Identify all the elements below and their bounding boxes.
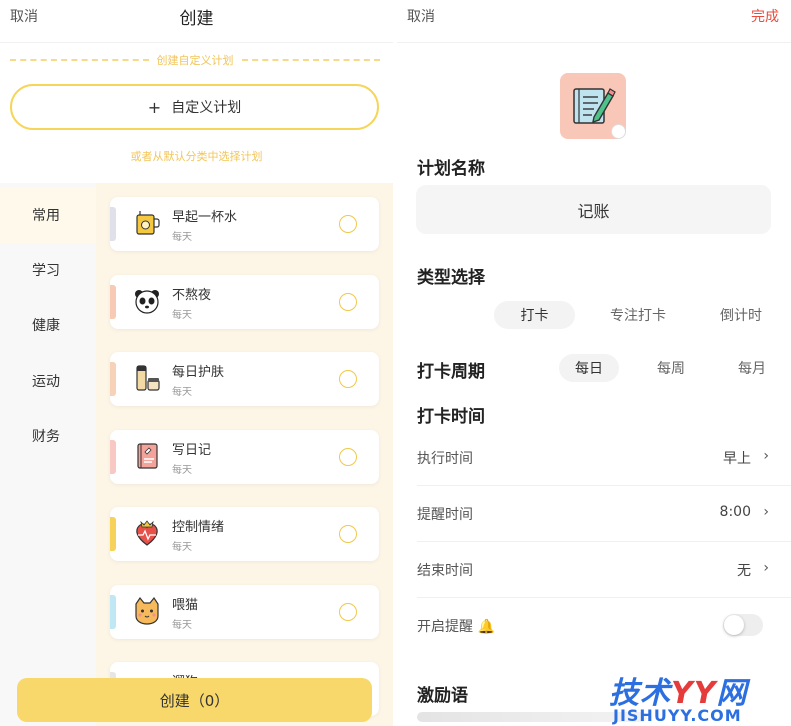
row-label: 结束时间 xyxy=(417,563,473,579)
custom-plan-label: 自定义计划 xyxy=(171,100,242,116)
type-heading: 类型选择 xyxy=(417,268,485,288)
chevron-right-icon: › xyxy=(763,560,769,576)
card-accent-bar xyxy=(110,595,116,629)
plan-card[interactable]: 喂猫 每天 xyxy=(110,585,379,639)
create-button[interactable]: 创建（0） xyxy=(17,678,372,722)
custom-plan-button[interactable]: + 自定义计划 xyxy=(10,84,379,130)
time-heading: 打卡时间 xyxy=(417,407,485,427)
plan-card[interactable]: 控制情绪 每天 xyxy=(110,507,379,561)
plan-card[interactable]: 写日记 每天 xyxy=(110,430,379,484)
choose-category-hint: 或者从默认分类中选择计划 xyxy=(130,150,263,163)
plan-name: 每日护肤 xyxy=(172,365,225,380)
dash-line-left xyxy=(10,59,149,61)
edit-icon-badge[interactable] xyxy=(611,124,626,139)
type-countdown-tab[interactable]: 倒计时 xyxy=(701,301,781,329)
period-heading: 打卡周期 xyxy=(417,362,485,382)
heart-icon xyxy=(136,520,158,546)
period-monthly-tab[interactable]: 每月 xyxy=(722,354,782,382)
select-radio[interactable] xyxy=(339,525,357,543)
category-common[interactable]: 常用 xyxy=(0,187,96,243)
select-radio[interactable] xyxy=(339,603,357,621)
plan-name: 写日记 xyxy=(172,443,212,458)
card-accent-bar xyxy=(110,517,116,551)
plan-card[interactable]: 每日护肤 每天 xyxy=(110,352,379,406)
create-plan-panel: 取消 创建 创建自定义计划 + 自定义计划 或者从默认分类中选择计划 常用 学习… xyxy=(0,0,393,726)
plan-name-heading: 计划名称 xyxy=(417,159,485,179)
plan-frequency: 每天 xyxy=(172,232,192,243)
cup-icon xyxy=(136,211,160,235)
right-cancel-button[interactable]: 取消 xyxy=(407,6,435,26)
custom-section-header: 创建自定义计划 xyxy=(10,52,380,68)
diary-icon xyxy=(137,443,158,469)
row-label: 执行时间 xyxy=(417,451,473,467)
reminder-row: 开启提醒 🔔 xyxy=(417,598,791,654)
reminder-label: 开启提醒 🔔 xyxy=(417,619,495,635)
period-daily-tab[interactable]: 每日 xyxy=(559,354,619,382)
plan-name: 控制情绪 xyxy=(172,520,225,535)
category-sidebar: 常用 学习 健康 运动 财务 xyxy=(0,183,96,726)
plan-frequency: 每天 xyxy=(172,310,192,321)
plan-card[interactable]: 不熬夜 每天 xyxy=(110,275,379,329)
custom-section-label: 创建自定义计划 xyxy=(156,54,234,67)
card-accent-bar xyxy=(110,440,116,474)
category-sport[interactable]: 运动 xyxy=(0,353,96,409)
period-weekly-tab[interactable]: 每周 xyxy=(641,354,701,382)
plan-name-input[interactable]: 记账 xyxy=(416,185,771,234)
row-label: 提醒时间 xyxy=(417,507,473,523)
edit-plan-panel: 取消 完成 计划名称 记账 类型选择 打卡 专注打卡 倒计时 打卡周期 每日 每… xyxy=(397,0,791,726)
remind-time-row[interactable]: 提醒时间 8:00 › xyxy=(417,486,791,542)
motto-heading: 激励语 xyxy=(417,686,468,706)
plan-frequency: 每天 xyxy=(172,542,192,553)
plan-frequency: 每天 xyxy=(172,465,192,476)
select-radio[interactable] xyxy=(339,293,357,311)
card-accent-bar xyxy=(110,362,116,396)
watermark-domain: JISHUYY.COM xyxy=(613,706,742,725)
site-watermark: 技术YY网 JISHUYY.COM xyxy=(609,668,791,726)
done-button[interactable]: 完成 xyxy=(751,6,779,26)
select-radio[interactable] xyxy=(339,215,357,233)
chevron-right-icon: › xyxy=(763,448,769,464)
cat-icon xyxy=(135,596,159,625)
dash-line-right xyxy=(241,59,380,61)
end-time-row[interactable]: 结束时间 无 › xyxy=(417,542,791,598)
card-accent-bar xyxy=(110,285,116,319)
plan-frequency: 每天 xyxy=(172,620,192,631)
category-finance[interactable]: 财务 xyxy=(0,408,96,464)
chevron-right-icon: › xyxy=(763,504,769,520)
category-health[interactable]: 健康 xyxy=(0,297,96,353)
row-value: 8:00 xyxy=(719,504,751,520)
type-focus-tab[interactable]: 专注打卡 xyxy=(597,301,679,329)
toggle-knob xyxy=(724,615,744,635)
panda-icon xyxy=(135,290,159,314)
skincare-icon xyxy=(136,365,160,391)
plan-name: 早起一杯水 xyxy=(172,210,238,225)
type-checkin-tab[interactable]: 打卡 xyxy=(494,301,575,329)
plan-card[interactable]: 早起一杯水 每天 xyxy=(110,197,379,251)
notebook-pencil-icon xyxy=(573,88,616,124)
row-value: 早上 xyxy=(723,451,751,467)
plan-name: 不熬夜 xyxy=(172,288,212,303)
category-study[interactable]: 学习 xyxy=(0,242,96,298)
left-header: 取消 创建 xyxy=(0,0,393,36)
reminder-toggle[interactable] xyxy=(723,614,763,636)
row-value: 无 xyxy=(737,563,751,579)
exec-time-row[interactable]: 执行时间 早上 › xyxy=(417,430,791,486)
plan-list: 早起一杯水 每天 不熬夜 每天 每日护肤 每天 写日记 每天 控制情绪 每天 喂… xyxy=(96,183,393,726)
select-radio[interactable] xyxy=(339,370,357,388)
header-divider xyxy=(397,42,791,43)
plan-name: 喂猫 xyxy=(172,598,199,613)
plan-frequency: 每天 xyxy=(172,387,192,398)
page-title: 创建 xyxy=(179,9,214,29)
card-accent-bar xyxy=(110,207,116,241)
plus-icon: + xyxy=(147,97,162,117)
header-divider xyxy=(0,42,393,43)
select-radio[interactable] xyxy=(339,448,357,466)
